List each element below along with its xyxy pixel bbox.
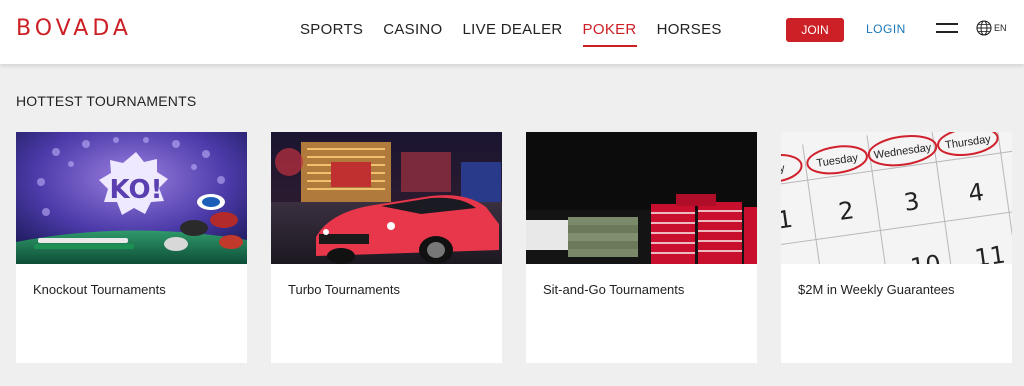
tournament-card-weekly-guarantees[interactable]: day Tuesday Wednesday Thursday 1 2 3 4 1…	[781, 132, 1012, 363]
main-nav: SPORTS CASINO LIVE DEALER POKER HORSES	[300, 20, 742, 47]
sit-and-go-image	[526, 132, 757, 264]
calendar-number-11: 11	[973, 240, 1007, 264]
nav-item-sports[interactable]: SPORTS	[300, 20, 363, 40]
hamburger-icon[interactable]	[936, 23, 958, 37]
calendar-image: day Tuesday Wednesday Thursday 1 2 3 4 1…	[781, 132, 1012, 264]
language-selector[interactable]: EN	[976, 20, 1007, 36]
tournament-card-knockout[interactable]: KO! Knockout Tournaments	[16, 132, 247, 363]
card-label-weekly-guarantees: $2M in Weekly Guarantees	[798, 282, 955, 297]
login-link[interactable]: LOGIN	[866, 22, 906, 36]
card-label-turbo: Turbo Tournaments	[288, 282, 401, 297]
card-label-sit-and-go: Sit-and-Go Tournaments	[543, 282, 685, 297]
language-code: EN	[994, 23, 1007, 33]
nav-item-casino[interactable]: CASINO	[383, 20, 442, 40]
tournament-cards: KO! Knockout Tournaments Turbo Tournamen…	[16, 132, 1012, 363]
globe-icon	[976, 20, 992, 36]
nav-item-poker[interactable]: POKER	[582, 20, 637, 47]
join-button[interactable]: JOIN	[786, 18, 844, 42]
section-title: HOTTEST TOURNAMENTS	[16, 93, 197, 109]
tournament-card-sit-and-go[interactable]: Sit-and-Go Tournaments	[526, 132, 757, 363]
knockout-image: KO!	[16, 132, 247, 264]
card-label-knockout: Knockout Tournaments	[33, 282, 166, 297]
bovada-logo[interactable]: BOVADA	[16, 17, 132, 41]
ko-image-text: KO!	[110, 175, 163, 205]
tournament-card-turbo[interactable]: Turbo Tournaments	[271, 132, 502, 363]
nav-item-live-dealer[interactable]: LIVE DEALER	[463, 20, 563, 40]
nav-item-horses[interactable]: HORSES	[657, 20, 722, 40]
turbo-image	[271, 132, 502, 264]
site-header: BOVADA SPORTS CASINO LIVE DEALER POKER H…	[0, 0, 1024, 64]
